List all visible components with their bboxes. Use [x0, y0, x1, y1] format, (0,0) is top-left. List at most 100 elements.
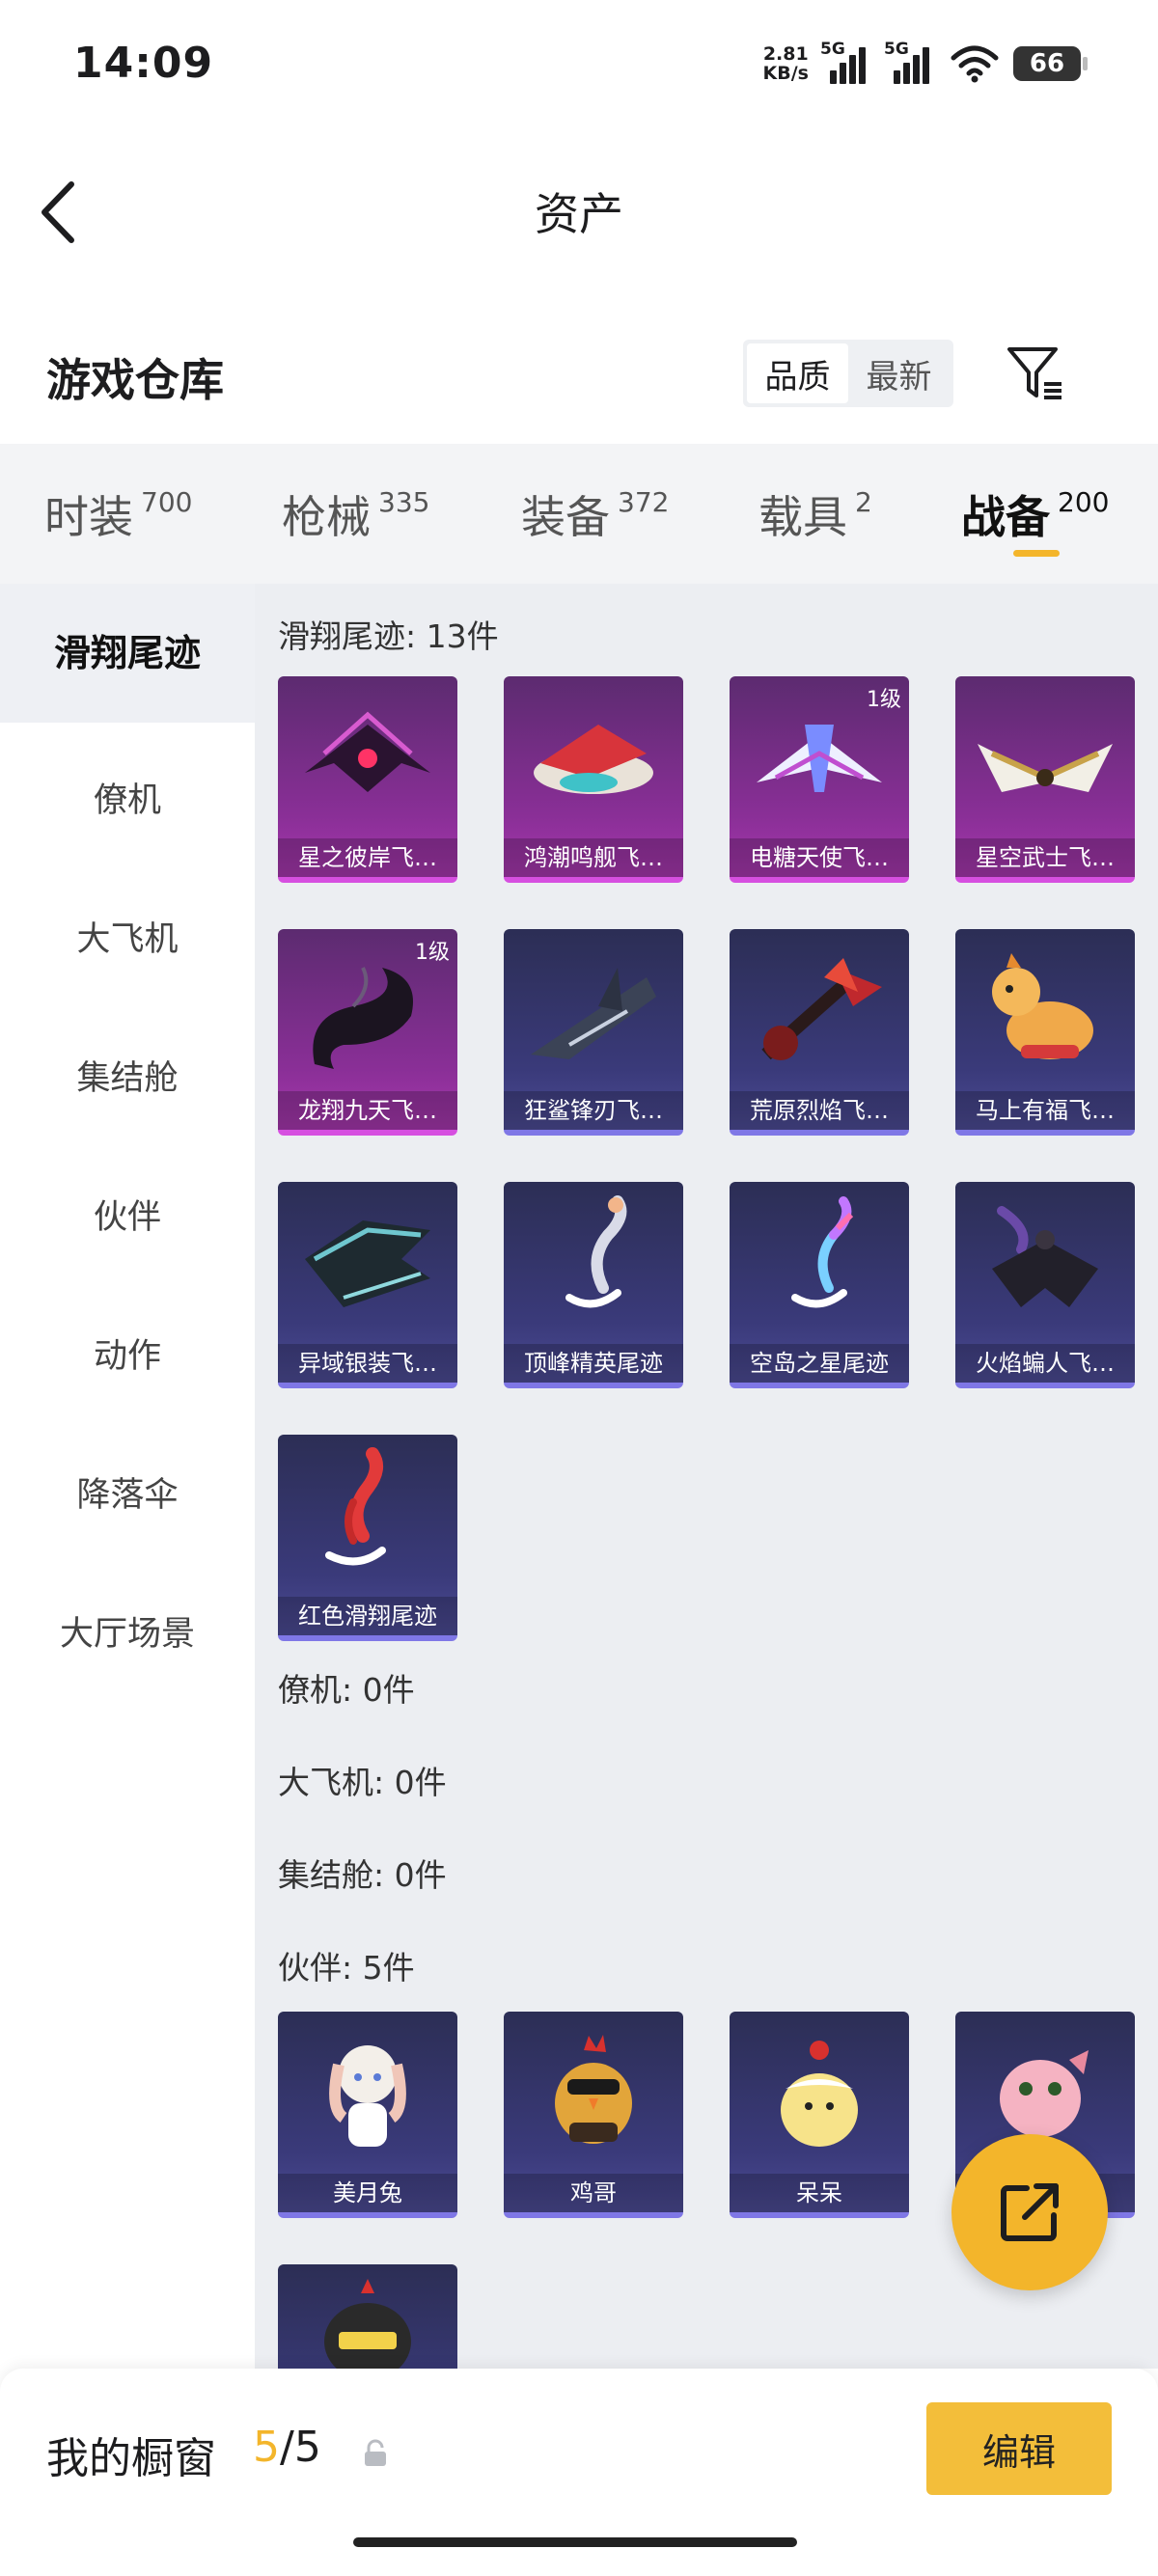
items-panel: 滑翔尾迹: 13件 星之彼岸飞… 鸿潮鸣舰飞… 1级 电糖天使飞… 星空武士飞…… [255, 584, 1158, 2369]
wifi-icon [951, 45, 999, 83]
tab-count: 200 [1058, 486, 1110, 518]
item-card[interactable]: 鸿潮鸣舰飞… [504, 676, 683, 883]
signal-1-label: 5G [820, 40, 845, 59]
smoke-trail-icon [565, 1195, 627, 1308]
share-button[interactable] [951, 2134, 1108, 2290]
item-card[interactable] [278, 2264, 457, 2369]
red-white-ship-glider-icon [534, 725, 653, 794]
rainbow-smoke-trail-icon [791, 1196, 854, 1308]
sort-newest-option[interactable]: 最新 [848, 343, 950, 403]
item-card[interactable]: 星空武士飞… [955, 676, 1135, 883]
item-name: 龙翔九天飞… [278, 1091, 457, 1130]
sidebar-item-big-plane[interactable]: 大飞机 [0, 912, 255, 961]
purple-spiked-glider-icon [305, 711, 430, 792]
item-name: 狂鲨锋刃飞… [504, 1091, 683, 1130]
item-name: 星之彼岸飞… [278, 838, 457, 877]
red-smoke-trail-icon [325, 1447, 386, 1566]
helmet-character-icon [324, 2279, 411, 2369]
external-link-icon [1001, 2183, 1059, 2241]
status-icons: 2.81 KB/s 5G 5G 66 [763, 39, 1088, 89]
tab-equipment[interactable]: 装备 372 [521, 482, 669, 546]
silver-wing-glider-icon [305, 1220, 430, 1307]
tab-count: 335 [378, 486, 430, 518]
yellow-chick-icon [781, 2041, 858, 2147]
bat-wingsuit-glider-icon [992, 1206, 1098, 1307]
tab-label: 战备 [961, 491, 1050, 543]
item-card[interactable]: 狂鲨锋刃飞… [504, 929, 683, 1136]
warehouse-title: 游戏仓库 [46, 354, 224, 406]
item-name: 异域银装飞… [278, 1344, 457, 1383]
battery-icon: 66 [1013, 46, 1088, 81]
item-name: 星空武士飞… [955, 838, 1135, 877]
section-title-wingman: 僚机: 0件 [278, 1671, 415, 1709]
edit-button[interactable]: 编辑 [926, 2402, 1112, 2495]
item-card[interactable]: 鸡哥 [504, 2012, 683, 2218]
tab-vehicles[interactable]: 载具 2 [758, 482, 872, 546]
showcase-current: 5 [253, 2423, 280, 2472]
home-indicator[interactable] [353, 2537, 797, 2547]
item-name: 荒原烈焰飞… [730, 1091, 909, 1130]
tab-label: 载具 [758, 491, 847, 543]
item-card[interactable]: 空岛之星尾迹 [730, 1182, 909, 1388]
tab-label: 时装 [44, 491, 133, 543]
item-card[interactable]: 1级 龙翔九天飞… [278, 929, 457, 1136]
sidebar: 滑翔尾迹 僚机 大飞机 集结舱 伙伴 动作 降落伞 大厅场景 [0, 584, 255, 2369]
network-speed: 2.81 KB/s [763, 44, 809, 83]
item-name: 火焰蝙人飞… [955, 1344, 1135, 1383]
sidebar-item-wingman[interactable]: 僚机 [0, 773, 255, 822]
tab-count: 700 [141, 486, 193, 518]
item-card[interactable]: 呆呆 [730, 2012, 909, 2218]
white-blue-jet-glider-icon [757, 725, 882, 792]
sort-quality-option[interactable]: 品质 [747, 343, 848, 403]
sidebar-item-lobby-scene[interactable]: 大厅场景 [0, 1606, 255, 1656]
tab-fashion[interactable]: 时装 700 [44, 482, 192, 546]
tab-combat-prep[interactable]: 战备 200 [961, 482, 1109, 546]
item-card[interactable]: 美月兔 [278, 2012, 457, 2218]
showcase-total: /5 [280, 2423, 321, 2472]
signal-2-label: 5G [884, 40, 909, 59]
sidebar-item-partner[interactable]: 伙伴 [0, 1190, 255, 1239]
tab-label: 枪械 [282, 491, 371, 543]
black-dragon-glider-icon [313, 967, 413, 1069]
section-title-glide-trail: 滑翔尾迹: 13件 [278, 617, 499, 655]
item-card[interactable]: 1级 电糖天使飞… [730, 676, 909, 883]
item-card[interactable]: 顶峰精英尾迹 [504, 1182, 683, 1388]
item-name: 空岛之星尾迹 [730, 1344, 909, 1383]
toy-horse-glider-icon [992, 953, 1093, 1059]
filter-icon [1007, 347, 1062, 399]
item-name: 鸿潮鸣舰飞… [504, 838, 683, 877]
lock-icon [365, 2439, 386, 2466]
sidebar-item-assembly-pod[interactable]: 集结舱 [0, 1051, 255, 1100]
network-speed-unit: KB/s [762, 63, 809, 84]
item-card[interactable]: 马上有福飞… [955, 929, 1135, 1136]
rooster-sunglasses-icon [555, 2035, 632, 2144]
tab-firearms[interactable]: 枪械 335 [282, 482, 429, 546]
sort-toggle: 品质 最新 [743, 340, 953, 407]
showcase-count: 5/5 [253, 2423, 321, 2472]
section-title-big-plane: 大飞机: 0件 [278, 1764, 447, 1801]
category-tabs: 时装 700 枪械 335 装备 372 载具 2 战备 200 [0, 444, 1158, 584]
network-speed-value: 2.81 [762, 43, 809, 65]
filter-button[interactable] [1004, 342, 1067, 405]
item-name: 呆呆 [730, 2174, 909, 2212]
item-name: 电糖天使飞… [730, 838, 909, 877]
shark-glider-icon [531, 968, 656, 1059]
sidebar-item-parachute[interactable]: 降落伞 [0, 1467, 255, 1517]
white-rabbit-icon [329, 2045, 406, 2147]
item-name: 顶峰精英尾迹 [504, 1344, 683, 1383]
section-title-assembly-pod: 集结舱: 0件 [278, 1856, 447, 1894]
tab-count: 2 [855, 486, 872, 518]
sidebar-item-emote[interactable]: 动作 [0, 1329, 255, 1378]
sidebar-item-glide-trail[interactable]: 滑翔尾迹 [0, 584, 255, 723]
active-tab-indicator [1013, 550, 1060, 557]
item-card[interactable]: 异域银装飞… [278, 1182, 457, 1388]
item-card[interactable]: 荒原烈焰飞… [730, 929, 909, 1136]
item-name: 红色滑翔尾迹 [278, 1597, 457, 1635]
item-card[interactable]: 星之彼岸飞… [278, 676, 457, 883]
status-time: 14:09 [73, 39, 214, 88]
item-name: 鸡哥 [504, 2174, 683, 2212]
item-name: 马上有福飞… [955, 1091, 1135, 1130]
item-card[interactable]: 火焰蝙人飞… [955, 1182, 1135, 1388]
item-card[interactable]: 红色滑翔尾迹 [278, 1435, 457, 1641]
status-bar: 14:09 2.81 KB/s 5G 5G 66 [0, 0, 1158, 130]
